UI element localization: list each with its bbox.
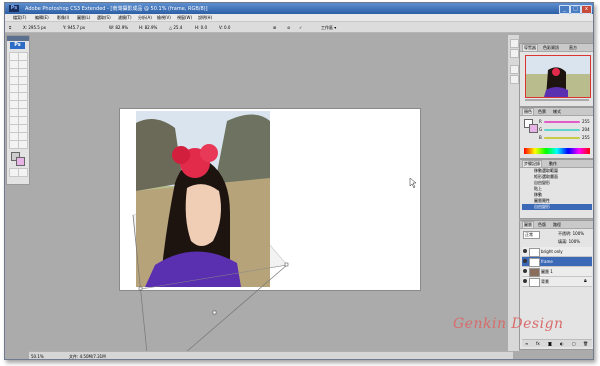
history-tabs: 步驟記錄 動作 <box>520 160 593 168</box>
channel-g-value[interactable]: 204 <box>582 127 590 132</box>
tab-paths[interactable]: 路徑 <box>552 222 562 228</box>
layer-name: 背景 <box>541 279 549 284</box>
opacity-field[interactable]: 不透明: 100% <box>558 231 584 237</box>
mouse-cursor-icon <box>409 177 417 189</box>
layer-name: frame <box>541 259 553 264</box>
history-panel: 步驟記錄 動作 移動選取範圍 矩形選取畫面 自由變形 貼上 移動 圖層屬性 自由… <box>519 159 593 219</box>
status-bar: 50.1% 文件: 4.50M/7.31M <box>29 351 513 359</box>
tab-history[interactable]: 步驟記錄 <box>522 160 542 167</box>
zoom-level[interactable]: 50.1% <box>31 354 44 359</box>
visibility-eye-icon[interactable] <box>523 259 527 263</box>
tab-swatches[interactable]: 色票 <box>537 109 547 115</box>
tab-color[interactable]: 顏色 <box>522 108 534 115</box>
navigator-zoom-slider[interactable] <box>525 99 589 101</box>
link-layers-icon[interactable]: ∞ <box>525 341 528 346</box>
clone-source-panel-icon[interactable] <box>510 75 519 84</box>
color-spectrum-ramp[interactable] <box>524 148 590 154</box>
navigator-thumbnail[interactable] <box>525 55 591 98</box>
channel-r-label: R <box>539 119 542 124</box>
photoshop-window: Ps Adobe Photoshop CS3 Extended - [南灣攝影成… <box>4 2 594 360</box>
navigator-tabs: 導覽器 色彩資訊 直方 <box>520 44 593 52</box>
flower-petal-right <box>200 144 218 162</box>
image-illustration <box>132 111 417 354</box>
color-tabs: 顏色 色票 樣式 <box>520 108 593 116</box>
color-panel: 顏色 色票 樣式 R 255 G 204 B 255 <box>519 107 593 159</box>
adjustment-layer-icon[interactable]: ◐ <box>560 341 564 346</box>
tab-info[interactable]: 色彩資訊 <box>542 45 560 51</box>
layer-style-icon[interactable]: fx <box>536 341 540 346</box>
layer-row[interactable]: 背景 🔒︎ <box>522 277 592 287</box>
navigator-panel: 導覽器 色彩資訊 直方 <box>519 43 593 107</box>
visibility-eye-icon[interactable] <box>523 269 527 273</box>
channel-b-label: B <box>539 135 542 140</box>
layer-thumbnail <box>529 268 540 277</box>
channel-r-value[interactable]: 255 <box>582 119 590 124</box>
layer-name: 圖層 1 <box>541 269 553 274</box>
transform-handle <box>212 310 217 315</box>
transform-handle <box>138 286 143 291</box>
tab-styles[interactable]: 樣式 <box>552 109 562 115</box>
channel-b-slider[interactable] <box>544 137 580 139</box>
channel-g-label: G <box>539 127 543 132</box>
layer-name: bright only <box>541 249 563 254</box>
panel-dock-icons <box>507 35 519 351</box>
new-layer-icon[interactable]: ▢ <box>572 341 576 346</box>
layer-thumbnail <box>529 248 540 257</box>
watermark: Genkin Design <box>453 316 564 332</box>
layer-row[interactable]: bright only <box>522 247 592 257</box>
photo-group <box>136 111 270 287</box>
tab-histogram[interactable]: 直方 <box>568 45 578 51</box>
layer-thumbnail <box>529 258 540 267</box>
tab-channels[interactable]: 色版 <box>537 222 547 228</box>
tab-actions[interactable]: 動作 <box>548 161 558 167</box>
flower-petal-left <box>172 146 190 164</box>
layers-tabs: 圖層 色版 路徑 <box>520 221 593 229</box>
layer-mask-icon[interactable]: ◙ <box>548 341 552 346</box>
layer-row-selected[interactable]: frame <box>522 257 592 267</box>
channel-r-slider[interactable] <box>544 121 580 123</box>
tab-navigator[interactable]: 導覽器 <box>522 44 538 51</box>
visibility-eye-icon[interactable] <box>523 249 527 253</box>
lock-icon: 🔒︎ <box>584 278 587 284</box>
layers-footer: ∞ fx ◙ ◐ ▢ 🗑︎ <box>522 339 592 347</box>
transform-handle <box>284 262 289 267</box>
blend-mode-select[interactable]: 正常 <box>523 231 540 239</box>
trash-icon[interactable]: 🗑︎ <box>583 341 588 346</box>
history-panel-icon[interactable] <box>510 39 519 48</box>
layer-thumbnail <box>529 278 540 287</box>
tab-layers[interactable]: 圖層 <box>522 221 534 228</box>
brushes-panel-icon[interactable] <box>510 65 519 74</box>
channel-g-slider[interactable] <box>544 129 580 131</box>
document-size: 文件: 4.50M/7.31M <box>69 354 106 359</box>
fill-field[interactable]: 填滿: 100% <box>558 239 580 245</box>
history-item-current[interactable]: 自由變形 <box>522 204 592 210</box>
visibility-eye-icon[interactable] <box>523 279 527 283</box>
background-color-chip[interactable] <box>529 124 538 133</box>
layer-row[interactable]: 圖層 1 <box>522 267 592 277</box>
actions-panel-icon[interactable] <box>510 49 519 58</box>
channel-b-value[interactable]: 255 <box>582 135 590 140</box>
